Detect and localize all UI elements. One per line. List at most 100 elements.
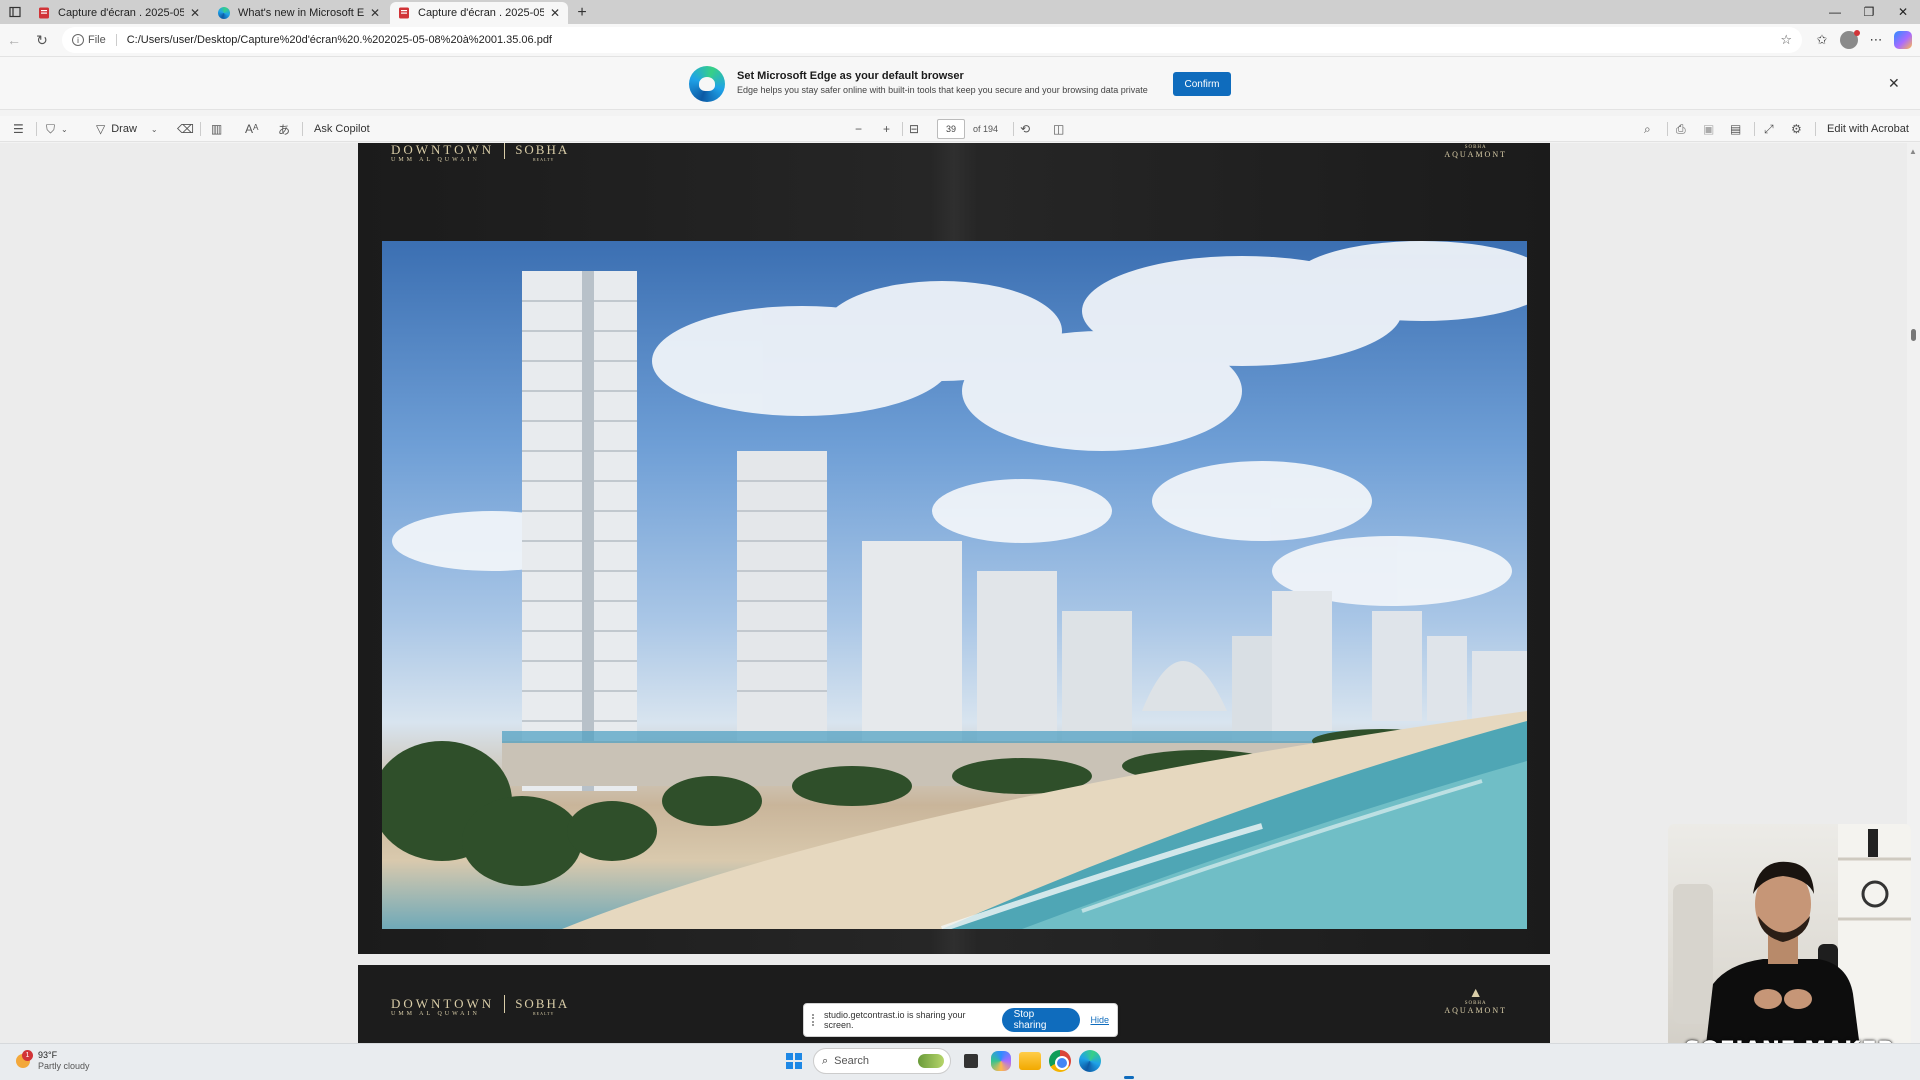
refresh-button[interactable]: ↻ — [28, 26, 56, 54]
profile-avatar[interactable] — [1840, 30, 1860, 49]
banner-close-icon[interactable]: ✕ — [1888, 75, 1900, 92]
sobha-aquamont-logo: SOBHA AQUAMONT — [1444, 145, 1507, 159]
banner-description: Edge helps you stay safer online with bu… — [737, 85, 1148, 95]
copilot-icon[interactable] — [1894, 31, 1912, 49]
weather-widget[interactable]: 1 93°F Partly cloudy — [14, 1050, 90, 1072]
two-page-icon: ◫ — [1053, 122, 1065, 136]
more-options-icon[interactable]: ⋯ — [1864, 28, 1888, 52]
stop-sharing-button[interactable]: Stop sharing — [1001, 1008, 1081, 1032]
taskbar-search[interactable]: ⌕ Search — [813, 1048, 951, 1074]
weather-condition: Partly cloudy — [38, 1061, 90, 1071]
page-number-group: 39 of 194 — [937, 119, 999, 139]
url-field[interactable]: i File C:/Users/user/Desktop/Capture%20d… — [62, 27, 1802, 53]
translate-button[interactable]: あ — [278, 120, 290, 138]
pen-icon: ▽ — [96, 122, 106, 136]
fit-page-button[interactable]: ⊟ — [909, 120, 919, 138]
downtown-sobha-logo: DOWNTOWN SOBHA UMM AL QUWAIN REALTY — [391, 995, 569, 1017]
task-view-button[interactable] — [964, 1054, 978, 1068]
search-icon: ⌕ — [822, 1054, 829, 1067]
url-scheme: File — [88, 34, 117, 46]
scroll-up-icon[interactable]: ▲ — [1909, 147, 1917, 156]
drag-handle-icon[interactable] — [812, 1014, 816, 1026]
rotate-button[interactable]: ⟲ — [1020, 120, 1030, 138]
windows-taskbar: 1 93°F Partly cloudy ⌕ Search — [0, 1043, 1920, 1080]
tab-close-icon[interactable]: ✕ — [190, 6, 200, 20]
highlight-button[interactable]: ⛉ ⌄ — [46, 120, 68, 138]
confirm-button[interactable]: Confirm — [1173, 72, 1231, 96]
url-text[interactable]: C:/Users/user/Desktop/Capture%20d'écran%… — [127, 34, 1781, 46]
draw-button[interactable]: ▽ Draw ⌄ — [96, 120, 158, 138]
print-button[interactable]: ⎙ — [1676, 120, 1686, 138]
save-as-icon: ▤ — [1730, 122, 1742, 136]
restore-button[interactable]: ❐ — [1852, 0, 1886, 24]
fullscreen-button[interactable]: ⤢ — [1764, 120, 1774, 138]
page-number-input[interactable]: 39 — [937, 119, 965, 139]
back-button[interactable]: ← — [0, 26, 28, 54]
settings-button[interactable]: ⚙ — [1791, 120, 1802, 138]
edit-with-acrobat-button[interactable]: Edit with Acrobat — [1827, 120, 1909, 138]
pdf-icon — [39, 7, 49, 19]
pdf-viewport[interactable]: DOWNTOWN SOBHA UMM AL QUWAIN REALTY SOBH… — [0, 143, 1920, 1043]
brand-realty: REALTY — [533, 157, 555, 162]
zoom-out-button[interactable]: − — [855, 120, 862, 138]
favorite-star-icon[interactable]: ☆ — [1780, 32, 1792, 48]
tab-pdf-1[interactable]: Capture d'écran . 2025-05-10 à 1 ✕ — [30, 2, 208, 24]
hide-link[interactable]: Hide — [1090, 1015, 1109, 1025]
tab-pdf-active[interactable]: Capture d'écran . 2025-05-08 à 0 ✕ — [390, 2, 568, 24]
window-controls: — ❐ ✕ — [1818, 0, 1920, 24]
chevron-down-icon: ⌄ — [61, 124, 68, 134]
scroll-thumb[interactable] — [1911, 329, 1916, 341]
two-page-button[interactable]: ◫ — [1053, 120, 1064, 138]
brand-umm-al-quwain: UMM AL QUWAIN — [391, 1011, 480, 1017]
save-as-button[interactable]: ▤ — [1730, 120, 1741, 138]
webcam-overlay: SOFIANE MAKER — [1668, 824, 1911, 1071]
minimize-button[interactable]: — — [1818, 0, 1852, 24]
architectural-render-image — [382, 241, 1527, 929]
read-aloud-button[interactable]: Aᴬ — [245, 120, 258, 138]
weather-icon: 1 — [14, 1050, 34, 1070]
favorites-icon[interactable]: ✩ — [1810, 28, 1834, 52]
tab-actions-button[interactable] — [0, 0, 30, 24]
page-view-button[interactable]: ▥ — [211, 120, 222, 138]
translate-icon: あ — [278, 122, 291, 137]
close-window-button[interactable]: ✕ — [1886, 0, 1920, 24]
brand-downtown: DOWNTOWN — [391, 996, 495, 1011]
info-icon[interactable]: i — [72, 34, 84, 46]
brand-right-aquamont: AQUAMONT — [1444, 150, 1507, 159]
page-total: of 194 — [973, 124, 999, 134]
pdf-page: DOWNTOWN SOBHA UMM AL QUWAIN REALTY SOBH… — [358, 143, 1550, 954]
edge-taskbar-icon[interactable] — [1079, 1050, 1101, 1072]
erase-button[interactable]: ⌫ — [177, 120, 194, 138]
aquamont-mark-icon: ▲ — [1468, 986, 1483, 1001]
brand-realty: REALTY — [533, 1011, 555, 1016]
zoom-in-button[interactable]: + — [883, 120, 890, 138]
copilot-taskbar-icon[interactable] — [991, 1051, 1011, 1071]
edge-icon — [218, 7, 230, 19]
rotate-icon: ⟲ — [1020, 122, 1031, 136]
taskbar-apps: ⌕ Search — [783, 1048, 1101, 1074]
contents-button[interactable]: ☰ — [13, 120, 24, 138]
tab-close-icon[interactable]: ✕ — [370, 6, 380, 20]
banner-title: Set Microsoft Edge as your default brows… — [737, 70, 964, 82]
ask-copilot-button[interactable]: Ask Copilot — [314, 120, 370, 138]
share-message: studio.getcontrast.io is sharing your sc… — [823, 1010, 966, 1030]
brand-umm-al-quwain: UMM AL QUWAIN — [391, 157, 480, 163]
find-button[interactable]: ⌕ — [1644, 120, 1651, 138]
gear-icon: ⚙ — [1791, 122, 1802, 136]
file-explorer-icon[interactable] — [1019, 1052, 1041, 1070]
address-bar: ← ↻ i File C:/Users/user/Desktop/Capture… — [0, 24, 1920, 56]
search-highlight-icon — [918, 1054, 944, 1068]
expand-icon: ⤢ — [1764, 121, 1774, 136]
sobha-aquamont-logo: ▲ SOBHA AQUAMONT — [1444, 986, 1507, 1016]
tab-title: Capture d'écran . 2025-05-10 à 1 — [58, 7, 184, 19]
render-illustration — [382, 241, 1527, 929]
new-tab-button[interactable]: + — [570, 2, 594, 24]
tab-close-icon[interactable]: ✕ — [550, 6, 560, 20]
presenter-illustration — [1673, 824, 1911, 1071]
brand-right-aquamont: AQUAMONT — [1444, 1006, 1507, 1015]
save-button[interactable]: ▣ — [1703, 120, 1714, 138]
chrome-icon[interactable] — [1049, 1050, 1071, 1072]
start-button[interactable] — [783, 1050, 805, 1072]
brand-downtown: DOWNTOWN — [391, 143, 495, 157]
tab-whats-new[interactable]: What's new in Microsoft Edge ✕ — [210, 2, 388, 24]
